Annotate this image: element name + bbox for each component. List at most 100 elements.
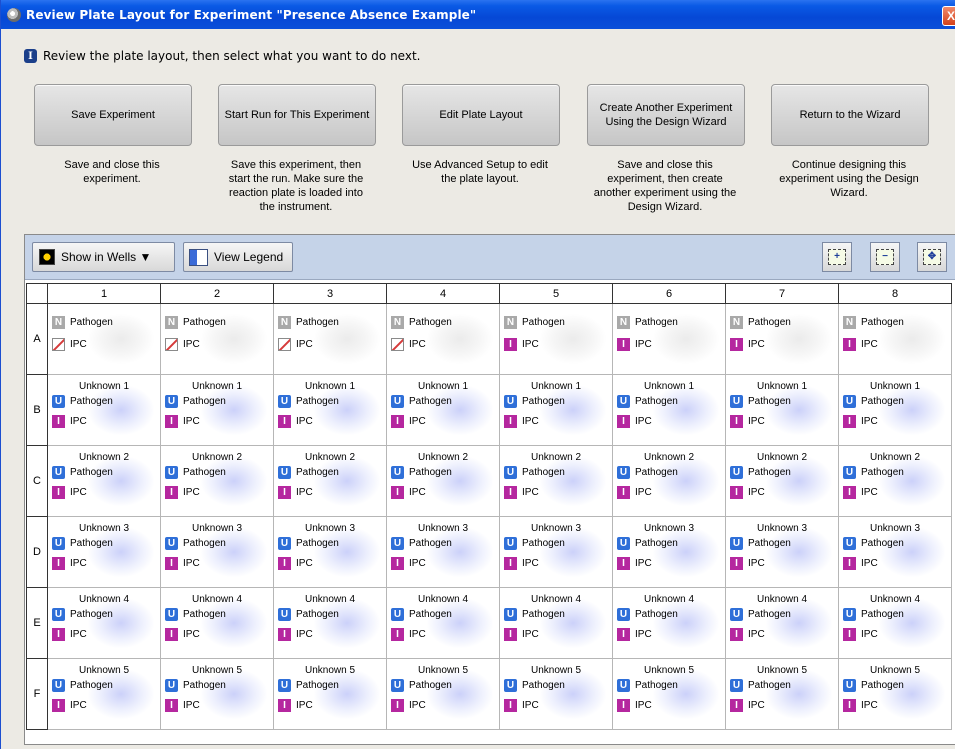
- return-to-wizard-button[interactable]: Return to the Wizard: [771, 84, 929, 146]
- well-cell[interactable]: Unknown 3 U Pathogen I IPC: [838, 516, 952, 588]
- zoom-out-button[interactable]: −: [870, 242, 900, 272]
- target-line: I IPC: [730, 486, 765, 499]
- well-cell[interactable]: Unknown 4 U Pathogen I IPC: [725, 587, 839, 659]
- column-header[interactable]: 1: [47, 283, 161, 304]
- well-cell[interactable]: Unknown 3 U Pathogen I IPC: [499, 516, 613, 588]
- target-line: U Pathogen: [165, 679, 226, 692]
- edit-plate-layout-button[interactable]: Edit Plate Layout: [402, 84, 560, 146]
- well-cell[interactable]: N Pathogen IPC: [47, 303, 161, 375]
- well-cell[interactable]: Unknown 3 U Pathogen I IPC: [386, 516, 500, 588]
- sample-name: Unknown 1: [191, 381, 243, 392]
- well-cell[interactable]: Unknown 5 U Pathogen I IPC: [612, 658, 726, 730]
- target-line: I IPC: [52, 628, 87, 641]
- target-name: Pathogen: [409, 396, 452, 407]
- well-cell[interactable]: Unknown 2 U Pathogen I IPC: [499, 445, 613, 517]
- row-header[interactable]: F: [26, 658, 48, 730]
- well-cell[interactable]: Unknown 2 U Pathogen I IPC: [386, 445, 500, 517]
- well-cell[interactable]: Unknown 5 U Pathogen I IPC: [160, 658, 274, 730]
- well-cell[interactable]: Unknown 2 U Pathogen I IPC: [612, 445, 726, 517]
- well-cell[interactable]: N Pathogen I IPC: [612, 303, 726, 375]
- well-cell[interactable]: Unknown 1 U Pathogen I IPC: [499, 374, 613, 446]
- well-cell[interactable]: Unknown 1 U Pathogen I IPC: [386, 374, 500, 446]
- well-cell[interactable]: Unknown 5 U Pathogen I IPC: [47, 658, 161, 730]
- well-cell[interactable]: Unknown 5 U Pathogen I IPC: [499, 658, 613, 730]
- row-header[interactable]: C: [26, 445, 48, 517]
- ipc-task-icon: I: [843, 486, 856, 499]
- well-cell[interactable]: Unknown 2 U Pathogen I IPC: [725, 445, 839, 517]
- save-experiment-button[interactable]: Save Experiment: [34, 84, 192, 146]
- zoom-in-button[interactable]: +: [822, 242, 852, 272]
- target-name: IPC: [748, 416, 765, 427]
- well-cell[interactable]: Unknown 3 U Pathogen I IPC: [612, 516, 726, 588]
- well-cell[interactable]: Unknown 4 U Pathogen I IPC: [612, 587, 726, 659]
- well-cell[interactable]: Unknown 1 U Pathogen I IPC: [838, 374, 952, 446]
- well-cell[interactable]: Unknown 4 U Pathogen I IPC: [47, 587, 161, 659]
- title-bar[interactable]: Review Plate Layout for Experiment "Pres…: [1, 0, 955, 29]
- create-another-experiment-button[interactable]: Create Another Experiment Using the Desi…: [587, 84, 745, 146]
- target-line: U Pathogen: [52, 466, 113, 479]
- well-cell[interactable]: Unknown 4 U Pathogen I IPC: [273, 587, 387, 659]
- target-name: IPC: [183, 700, 200, 711]
- well-cell[interactable]: Unknown 2 U Pathogen I IPC: [47, 445, 161, 517]
- row-header[interactable]: A: [26, 303, 48, 375]
- column-header[interactable]: 7: [725, 283, 839, 304]
- column-header[interactable]: 4: [386, 283, 500, 304]
- well-cell[interactable]: Unknown 1 U Pathogen I IPC: [160, 374, 274, 446]
- start-run-button[interactable]: Start Run for This Experiment: [218, 84, 376, 146]
- target-name: Pathogen: [635, 680, 678, 691]
- unknown-task-icon: U: [730, 466, 743, 479]
- well-cell[interactable]: Unknown 5 U Pathogen I IPC: [273, 658, 387, 730]
- well-cell[interactable]: Unknown 5 U Pathogen I IPC: [725, 658, 839, 730]
- well-cell[interactable]: N Pathogen I IPC: [725, 303, 839, 375]
- well-cell[interactable]: Unknown 1 U Pathogen I IPC: [273, 374, 387, 446]
- well-cell[interactable]: Unknown 1 U Pathogen I IPC: [612, 374, 726, 446]
- target-name: Pathogen: [748, 396, 791, 407]
- dialog-window: Review Plate Layout for Experiment "Pres…: [0, 0, 955, 749]
- target-line: I IPC: [730, 628, 765, 641]
- well-cell[interactable]: N Pathogen I IPC: [838, 303, 952, 375]
- show-in-wells-button[interactable]: Show in Wells ▼: [32, 242, 175, 272]
- well-cell[interactable]: Unknown 3 U Pathogen I IPC: [160, 516, 274, 588]
- well-cell[interactable]: Unknown 3 U Pathogen I IPC: [725, 516, 839, 588]
- target-name: Pathogen: [183, 538, 226, 549]
- well-cell[interactable]: Unknown 3 U Pathogen I IPC: [47, 516, 161, 588]
- well-cell[interactable]: N Pathogen I IPC: [499, 303, 613, 375]
- well-cell[interactable]: Unknown 4 U Pathogen I IPC: [160, 587, 274, 659]
- view-legend-button[interactable]: View Legend: [183, 242, 293, 272]
- well-cell[interactable]: Unknown 4 U Pathogen I IPC: [386, 587, 500, 659]
- column-header[interactable]: 2: [160, 283, 274, 304]
- well-cell[interactable]: Unknown 1 U Pathogen I IPC: [725, 374, 839, 446]
- well-cell[interactable]: Unknown 5 U Pathogen I IPC: [386, 658, 500, 730]
- well-cell[interactable]: Unknown 3 U Pathogen I IPC: [273, 516, 387, 588]
- column-header[interactable]: 8: [838, 283, 952, 304]
- target-line: I IPC: [843, 557, 878, 570]
- close-button[interactable]: X: [942, 6, 955, 26]
- plate-grid: 1 2 3 4 5 6 7 8 A N Pathogen IPC N Pathogen IP…: [26, 283, 952, 730]
- row-header[interactable]: D: [26, 516, 48, 588]
- well-shading: [314, 669, 380, 719]
- column-header[interactable]: 5: [499, 283, 613, 304]
- row-header[interactable]: E: [26, 587, 48, 659]
- corner-cell: [26, 283, 48, 304]
- well-cell[interactable]: Unknown 2 U Pathogen I IPC: [160, 445, 274, 517]
- well-cell[interactable]: N Pathogen IPC: [160, 303, 274, 375]
- well-cell[interactable]: N Pathogen IPC: [273, 303, 387, 375]
- well-cell[interactable]: Unknown 2 U Pathogen I IPC: [838, 445, 952, 517]
- target-line: I IPC: [391, 415, 426, 428]
- well-cell[interactable]: Unknown 1 U Pathogen I IPC: [47, 374, 161, 446]
- well-cell[interactable]: Unknown 4 U Pathogen I IPC: [838, 587, 952, 659]
- well-cell[interactable]: Unknown 5 U Pathogen I IPC: [838, 658, 952, 730]
- well-cell[interactable]: N Pathogen IPC: [386, 303, 500, 375]
- column-header[interactable]: 3: [273, 283, 387, 304]
- row-header[interactable]: B: [26, 374, 48, 446]
- ntc-task-icon: N: [504, 316, 517, 329]
- ipc-task-icon: I: [52, 415, 65, 428]
- fit-to-window-button[interactable]: ✥: [917, 242, 947, 272]
- column-header[interactable]: 6: [612, 283, 726, 304]
- save-experiment-desc: Save and close this experiment.: [64, 159, 160, 185]
- well-cell[interactable]: Unknown 4 U Pathogen I IPC: [499, 587, 613, 659]
- ipc-task-icon: I: [617, 628, 630, 641]
- target-line: U Pathogen: [278, 395, 339, 408]
- well-cell[interactable]: Unknown 2 U Pathogen I IPC: [273, 445, 387, 517]
- target-name: IPC: [70, 339, 87, 350]
